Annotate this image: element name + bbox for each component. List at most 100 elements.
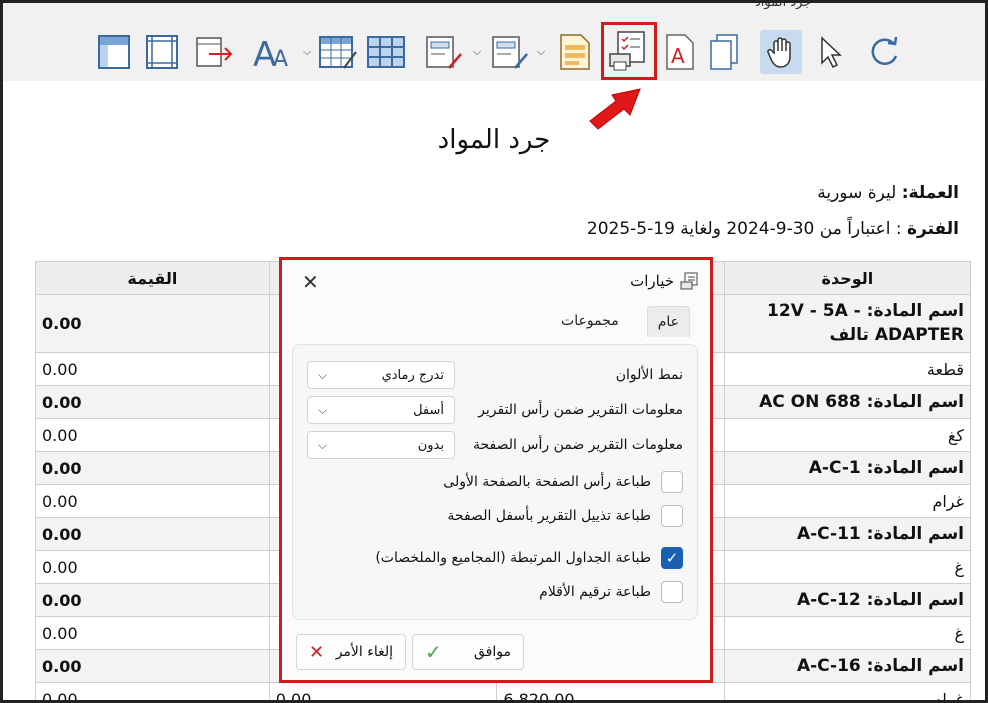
print-options-icon <box>680 272 698 290</box>
dialog-tabs: عام مجموعات <box>551 306 690 337</box>
report-header-info-row: معلومات التقرير ضمن رأس التقرير أسفل ⌵ <box>307 396 683 424</box>
report-title: جرد المواد <box>437 125 551 155</box>
page-header-info-value: بدون <box>417 437 444 453</box>
svg-text:A: A <box>671 44 685 68</box>
checkbox-row[interactable]: طباعة ترقيم الأقلام <box>539 579 683 605</box>
print-report-footer-checkbox[interactable] <box>661 505 683 527</box>
item-value: 0.00 <box>35 294 270 353</box>
report-header-info-label: معلومات التقرير ضمن رأس التقرير <box>478 402 683 418</box>
print-linked-tables-checkbox[interactable]: ✓ <box>661 547 683 569</box>
checkbox-label: طباعة تذييل التقرير بأسفل الصفحة <box>447 508 651 524</box>
currency-value: ليرة سورية <box>817 183 897 203</box>
chevron-down-icon[interactable]: ⌵ <box>537 45 545 59</box>
page-header-info-select[interactable]: بدون ⌵ <box>307 431 455 459</box>
item-unit: غ <box>723 550 972 584</box>
pdf-icon[interactable]: A <box>659 30 701 74</box>
header-value: القيمة <box>35 261 270 295</box>
cancel-label: إلغاء الأمر <box>335 644 393 660</box>
checkbox-row[interactable]: طباعة تذييل التقرير بأسفل الصفحة <box>447 503 683 529</box>
print-first-page-header-checkbox[interactable] <box>661 471 683 493</box>
table-style-icon[interactable] <box>317 30 359 74</box>
item-name: اسم المادة: A-C-16 <box>723 649 972 683</box>
color-mode-value: تدرج رمادي <box>381 367 444 383</box>
item-unit: غ <box>723 616 972 650</box>
page-border-icon[interactable] <box>141 30 183 74</box>
header-layout-icon[interactable] <box>93 30 135 74</box>
check-icon: ✓ <box>425 640 442 664</box>
print-options-button[interactable] <box>601 22 657 80</box>
dialog-title: خيارات <box>630 272 698 290</box>
item-cost: 0.00 <box>268 682 498 700</box>
dialog-header: خيارات ✕ <box>294 270 698 296</box>
item-value: 0.00 <box>35 550 270 584</box>
period-value: : اعتباراً من 30-9-2024 ولغاية 19-5-2025 <box>586 219 902 239</box>
item-name: اسم المادة: A-C-12 <box>723 583 972 617</box>
checkbox-row[interactable]: طباعة رأس الصفحة بالصفحة الأولى <box>443 469 683 495</box>
item-unit: غرام <box>723 682 972 700</box>
item-value: 0.00 <box>35 649 270 683</box>
ok-label: موافق <box>474 644 511 660</box>
item-value: 0.00 <box>35 484 270 518</box>
header-unit: الوحدة <box>723 261 972 295</box>
item-value: 0.00 <box>35 616 270 650</box>
item-quantity: 6,820.00 <box>496 682 725 700</box>
window-caption: جرد المواد <box>755 0 812 10</box>
table-row[interactable]: غرام 6,820.00 0.00 0.00 <box>35 682 972 700</box>
currency-line: العملة: ليرة سورية <box>817 183 959 203</box>
tab-general[interactable]: عام <box>646 306 690 337</box>
item-name: اسم المادة: AC ON 688 <box>723 385 972 419</box>
checkbox-row[interactable]: ✓ طباعة الجداول المرتبطة (المجاميع والمل… <box>375 545 683 571</box>
report-header-info-select[interactable]: أسفل ⌵ <box>307 396 455 424</box>
page-setup-icon[interactable] <box>553 30 595 74</box>
export-icon[interactable] <box>193 30 235 74</box>
refresh-icon[interactable] <box>863 30 905 74</box>
item-value: 0.00 <box>35 451 270 485</box>
item-unit: غرام <box>723 484 972 518</box>
checkbox-label: طباعة الجداول المرتبطة (المجاميع والملخص… <box>375 550 651 566</box>
font-icon[interactable]: AA <box>251 30 293 74</box>
item-value: 0.00 <box>35 517 270 551</box>
item-unit: قطعة <box>723 352 972 386</box>
pages-icon[interactable] <box>703 30 745 74</box>
page-header-info-label: معلومات التقرير ضمن رأس الصفحة <box>473 437 683 453</box>
close-icon[interactable]: ✕ <box>302 270 319 294</box>
tab-groups[interactable]: مجموعات <box>551 306 629 337</box>
toolbar: جرد المواد AA ⌵ ⌵ ⌵ A <box>3 3 985 81</box>
item-value: 0.00 <box>35 385 270 419</box>
options-panel: نمط الألوان تدرج رمادي ⌵ معلومات التقرير… <box>292 344 698 620</box>
chevron-down-icon: ⌵ <box>318 437 328 452</box>
svg-text:A: A <box>273 47 288 70</box>
item-unit: كغ <box>723 418 972 452</box>
grid-icon[interactable] <box>365 30 407 74</box>
chevron-down-icon: ⌵ <box>318 367 328 382</box>
edit-form-icon[interactable] <box>423 30 465 74</box>
item-name: اسم المادة: - 12V - 5A ADAPTER تالف <box>723 294 972 353</box>
report-header-info-value: أسفل <box>413 402 444 418</box>
item-value: 0.00 <box>35 418 270 452</box>
color-mode-label: نمط الألوان <box>615 367 683 383</box>
item-name: اسم المادة: A-C-11 <box>723 517 972 551</box>
chevron-down-icon[interactable]: ⌵ <box>473 45 481 59</box>
chevron-down-icon[interactable]: ⌵ <box>303 45 311 59</box>
cancel-button[interactable]: إلغاء الأمر ✕ <box>296 634 406 670</box>
page-header-info-row: معلومات التقرير ضمن رأس الصفحة بدون ⌵ <box>307 431 683 459</box>
report-window: جرد المواد AA ⌵ ⌵ ⌵ A جرد المواد العملة:… <box>0 0 988 703</box>
print-options-icon <box>609 31 645 71</box>
pointer-icon[interactable] <box>808 30 850 74</box>
item-name: اسم المادة: A-C-1 <box>723 451 972 485</box>
chevron-down-icon: ⌵ <box>318 402 328 417</box>
color-mode-select[interactable]: تدرج رمادي ⌵ <box>307 361 455 389</box>
close-icon: ✕ <box>309 641 325 663</box>
item-value: 0.00 <box>35 583 270 617</box>
currency-label: العملة: <box>901 183 959 203</box>
checkbox-label: طباعة ترقيم الأقلام <box>539 584 651 600</box>
print-item-numbering-checkbox[interactable] <box>661 581 683 603</box>
options-dialog: خيارات ✕ عام مجموعات نمط الألوان تدرج رم… <box>279 257 713 683</box>
checkbox-label: طباعة رأس الصفحة بالصفحة الأولى <box>443 474 651 490</box>
hand-icon[interactable] <box>760 30 802 74</box>
period-label: الفترة <box>907 219 959 239</box>
ok-button[interactable]: موافق ✓ <box>412 634 524 670</box>
edit-style-icon[interactable] <box>489 30 531 74</box>
dialog-title-text: خيارات <box>630 272 674 290</box>
item-value: 0.00 <box>35 352 270 386</box>
